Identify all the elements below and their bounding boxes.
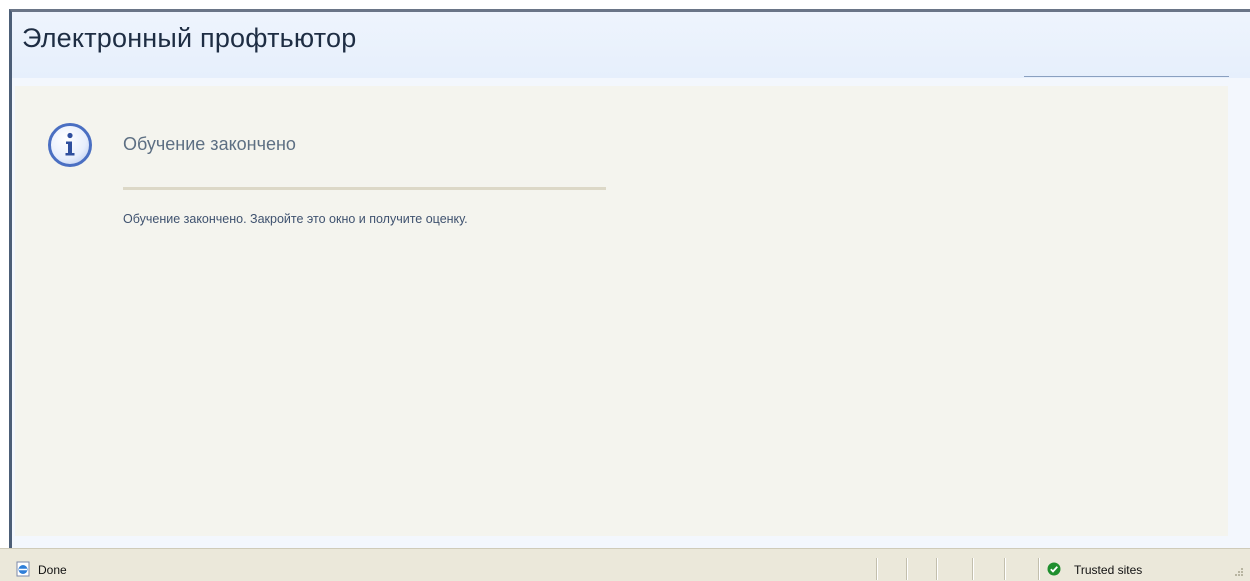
message-title: Обучение закончено — [123, 134, 296, 154]
status-separator — [1038, 558, 1040, 580]
status-separator — [936, 558, 938, 580]
ie-page-icon — [16, 561, 30, 577]
status-separator — [876, 558, 878, 580]
message-body: Обучение закончено. Закройте это окно и … — [123, 212, 468, 226]
message-panel: Обучение закончено Обучение закончено. З… — [15, 86, 1228, 536]
info-icon — [48, 123, 92, 167]
browser-window: Электронный профтьютор Обучение закончен… — [9, 9, 1250, 580]
status-separator — [1004, 558, 1006, 580]
app-title: Электронный профтьютор — [22, 23, 357, 53]
status-text: Done — [38, 563, 67, 577]
check-shield-icon[interactable] — [1047, 562, 1061, 576]
status-bar: Done Trusted sites — [0, 548, 1250, 581]
message-divider — [123, 187, 606, 190]
page-header: Электронный профтьютор — [12, 12, 1250, 78]
security-zone-label[interactable]: Trusted sites — [1074, 563, 1142, 577]
status-separator — [906, 558, 908, 580]
status-separator — [972, 558, 974, 580]
resize-grip-icon[interactable] — [1234, 567, 1244, 577]
header-rule — [1024, 76, 1229, 77]
